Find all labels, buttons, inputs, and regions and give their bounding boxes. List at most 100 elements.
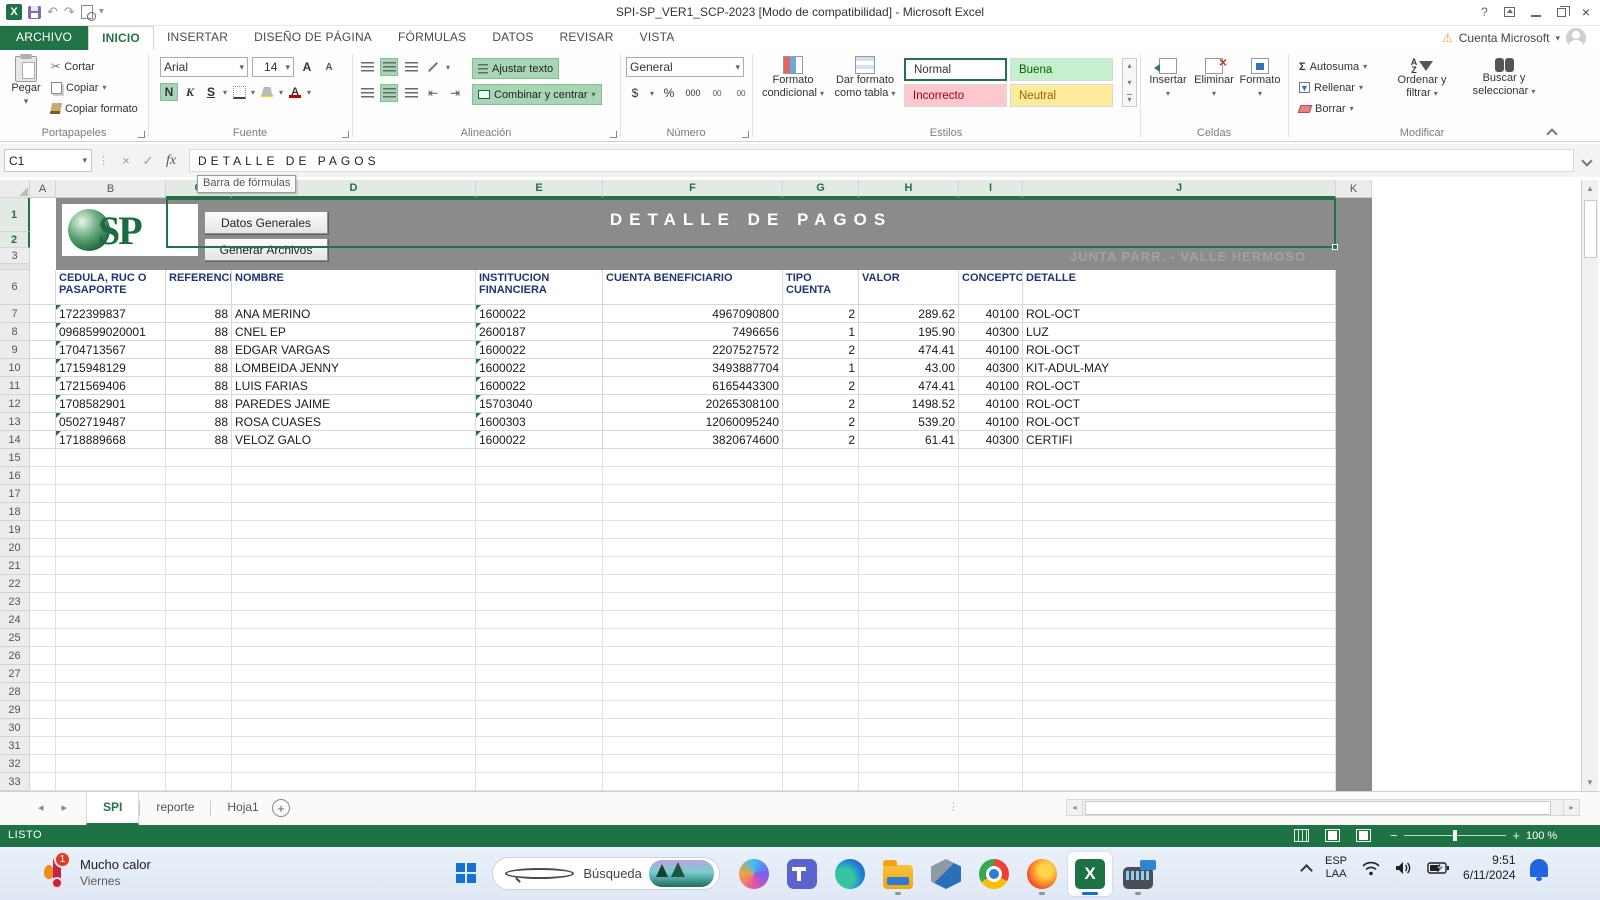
vertical-scrollbar[interactable]: ▲ ▼ xyxy=(1581,180,1598,791)
sheet-nav-left-icon[interactable]: ◂ xyxy=(38,801,44,814)
cell[interactable] xyxy=(959,449,1023,467)
cell[interactable] xyxy=(783,701,859,719)
format-cells-button[interactable]: Formato ▾ xyxy=(1238,58,1282,100)
ribbon-tab-vista[interactable]: VISTA xyxy=(627,26,688,50)
cell[interactable] xyxy=(476,755,603,773)
cell[interactable]: LUIS FARIAS xyxy=(232,377,476,395)
cell[interactable] xyxy=(476,485,603,503)
cell[interactable] xyxy=(166,611,232,629)
cell[interactable]: 2600187 xyxy=(476,323,603,341)
cell[interactable] xyxy=(232,575,476,593)
cell[interactable] xyxy=(476,611,603,629)
volume-icon[interactable] xyxy=(1395,860,1413,876)
cell[interactable] xyxy=(1023,449,1336,467)
row-header-21[interactable]: 21 xyxy=(0,557,30,575)
cell[interactable] xyxy=(859,737,959,755)
cell[interactable] xyxy=(56,449,166,467)
cell[interactable]: 1704713567 xyxy=(56,341,166,359)
cell[interactable] xyxy=(30,449,56,467)
formula-bar-expand-icon[interactable] xyxy=(1578,157,1596,165)
clear-button[interactable]: Borrar▾ xyxy=(1296,98,1370,119)
cell[interactable] xyxy=(959,629,1023,647)
sheet-nav-right-icon[interactable]: ▸ xyxy=(62,801,68,814)
row-header-28[interactable]: 28 xyxy=(0,683,30,701)
cell[interactable] xyxy=(56,611,166,629)
start-button[interactable] xyxy=(456,863,477,884)
row-header-11[interactable]: 11 xyxy=(0,377,30,395)
cell[interactable] xyxy=(56,575,166,593)
insert-cells-button[interactable]: Insertar ▾ xyxy=(1146,58,1190,100)
keyboard-icon[interactable] xyxy=(1116,852,1160,896)
cell[interactable] xyxy=(859,701,959,719)
cell[interactable] xyxy=(232,593,476,611)
cell[interactable]: 1600022 xyxy=(476,305,603,323)
cell[interactable]: 1600303 xyxy=(476,413,603,431)
cell[interactable] xyxy=(232,521,476,539)
cell[interactable] xyxy=(1023,647,1336,665)
align-right-button[interactable] xyxy=(402,84,420,102)
cell[interactable] xyxy=(1023,683,1336,701)
cell[interactable] xyxy=(30,755,56,773)
thousands-button[interactable]: 000 xyxy=(684,84,702,102)
decrease-indent-button[interactable]: ⇤ xyxy=(424,84,442,102)
cell[interactable] xyxy=(1023,557,1336,575)
formula-bar-grip[interactable]: ⋮ xyxy=(98,154,109,167)
cell[interactable] xyxy=(859,647,959,665)
select-all-corner[interactable] xyxy=(0,180,30,198)
cell[interactable] xyxy=(859,521,959,539)
cell[interactable] xyxy=(859,593,959,611)
cell[interactable] xyxy=(30,773,56,791)
cell[interactable] xyxy=(30,611,56,629)
help-icon[interactable]: ? xyxy=(1481,5,1488,19)
cell[interactable] xyxy=(959,737,1023,755)
cell[interactable]: VELOZ GALO xyxy=(232,431,476,449)
zoom-out-icon[interactable]: − xyxy=(1390,828,1398,843)
cell[interactable] xyxy=(603,719,783,737)
gallery-expand-icon[interactable]: ▾ xyxy=(1127,94,1131,104)
cell[interactable]: 15703040 xyxy=(476,395,603,413)
notifications-bell-icon[interactable] xyxy=(1530,859,1548,877)
worksheet-grid[interactable]: SP Datos Generales Generar Archivos DETA… xyxy=(30,198,1581,791)
cell[interactable] xyxy=(859,467,959,485)
horizontal-scroll-thumb[interactable] xyxy=(1085,801,1551,815)
cell[interactable] xyxy=(1023,629,1336,647)
cell[interactable] xyxy=(476,449,603,467)
horizontal-scrollbar[interactable]: ◂ ▸ xyxy=(1066,798,1580,817)
cell[interactable] xyxy=(959,593,1023,611)
borders-button[interactable] xyxy=(230,83,248,101)
dialog-launcher-icon[interactable] xyxy=(742,131,749,138)
cell[interactable] xyxy=(56,485,166,503)
cell[interactable] xyxy=(859,485,959,503)
cell[interactable] xyxy=(603,665,783,683)
currency-dropdown-icon[interactable]: ▾ xyxy=(650,89,654,98)
cell[interactable] xyxy=(476,665,603,683)
formula-input[interactable]: DETALLE DE PAGOS xyxy=(189,149,1574,172)
cell[interactable]: 1718889668 xyxy=(56,431,166,449)
cell[interactable]: 61.41 xyxy=(859,431,959,449)
cancel-entry-icon[interactable]: × xyxy=(115,153,137,168)
cell[interactable] xyxy=(30,485,56,503)
cell[interactable] xyxy=(1023,521,1336,539)
row-header-3[interactable]: 3 xyxy=(0,248,30,264)
wrap-text-toggle[interactable]: Ajustar texto xyxy=(472,58,559,79)
cell[interactable] xyxy=(166,521,232,539)
cell[interactable] xyxy=(232,449,476,467)
cell[interactable] xyxy=(30,647,56,665)
cell[interactable] xyxy=(30,719,56,737)
cell[interactable]: ROL-OCT xyxy=(1023,305,1336,323)
cell[interactable] xyxy=(783,629,859,647)
cell-style-buena[interactable]: Buena xyxy=(1010,58,1113,81)
ribbon-tab-inicio[interactable]: INICIO xyxy=(88,26,154,50)
cell[interactable] xyxy=(166,503,232,521)
edge-icon[interactable] xyxy=(828,852,872,896)
ribbon-tab-f-rmulas[interactable]: FÓRMULAS xyxy=(385,26,479,50)
insert-function-icon[interactable]: fx xyxy=(159,153,183,169)
cell[interactable]: 12060095240 xyxy=(603,413,783,431)
cell[interactable]: 2 xyxy=(783,377,859,395)
page-layout-view-icon[interactable] xyxy=(1325,829,1340,842)
ribbon-tab-dise-o-de-p-gina[interactable]: DISEÑO DE PÁGINA xyxy=(241,26,385,50)
cell[interactable]: 40300 xyxy=(959,431,1023,449)
cell[interactable] xyxy=(166,647,232,665)
cell[interactable] xyxy=(603,629,783,647)
decrease-decimal-button[interactable]: 00 xyxy=(732,84,750,102)
